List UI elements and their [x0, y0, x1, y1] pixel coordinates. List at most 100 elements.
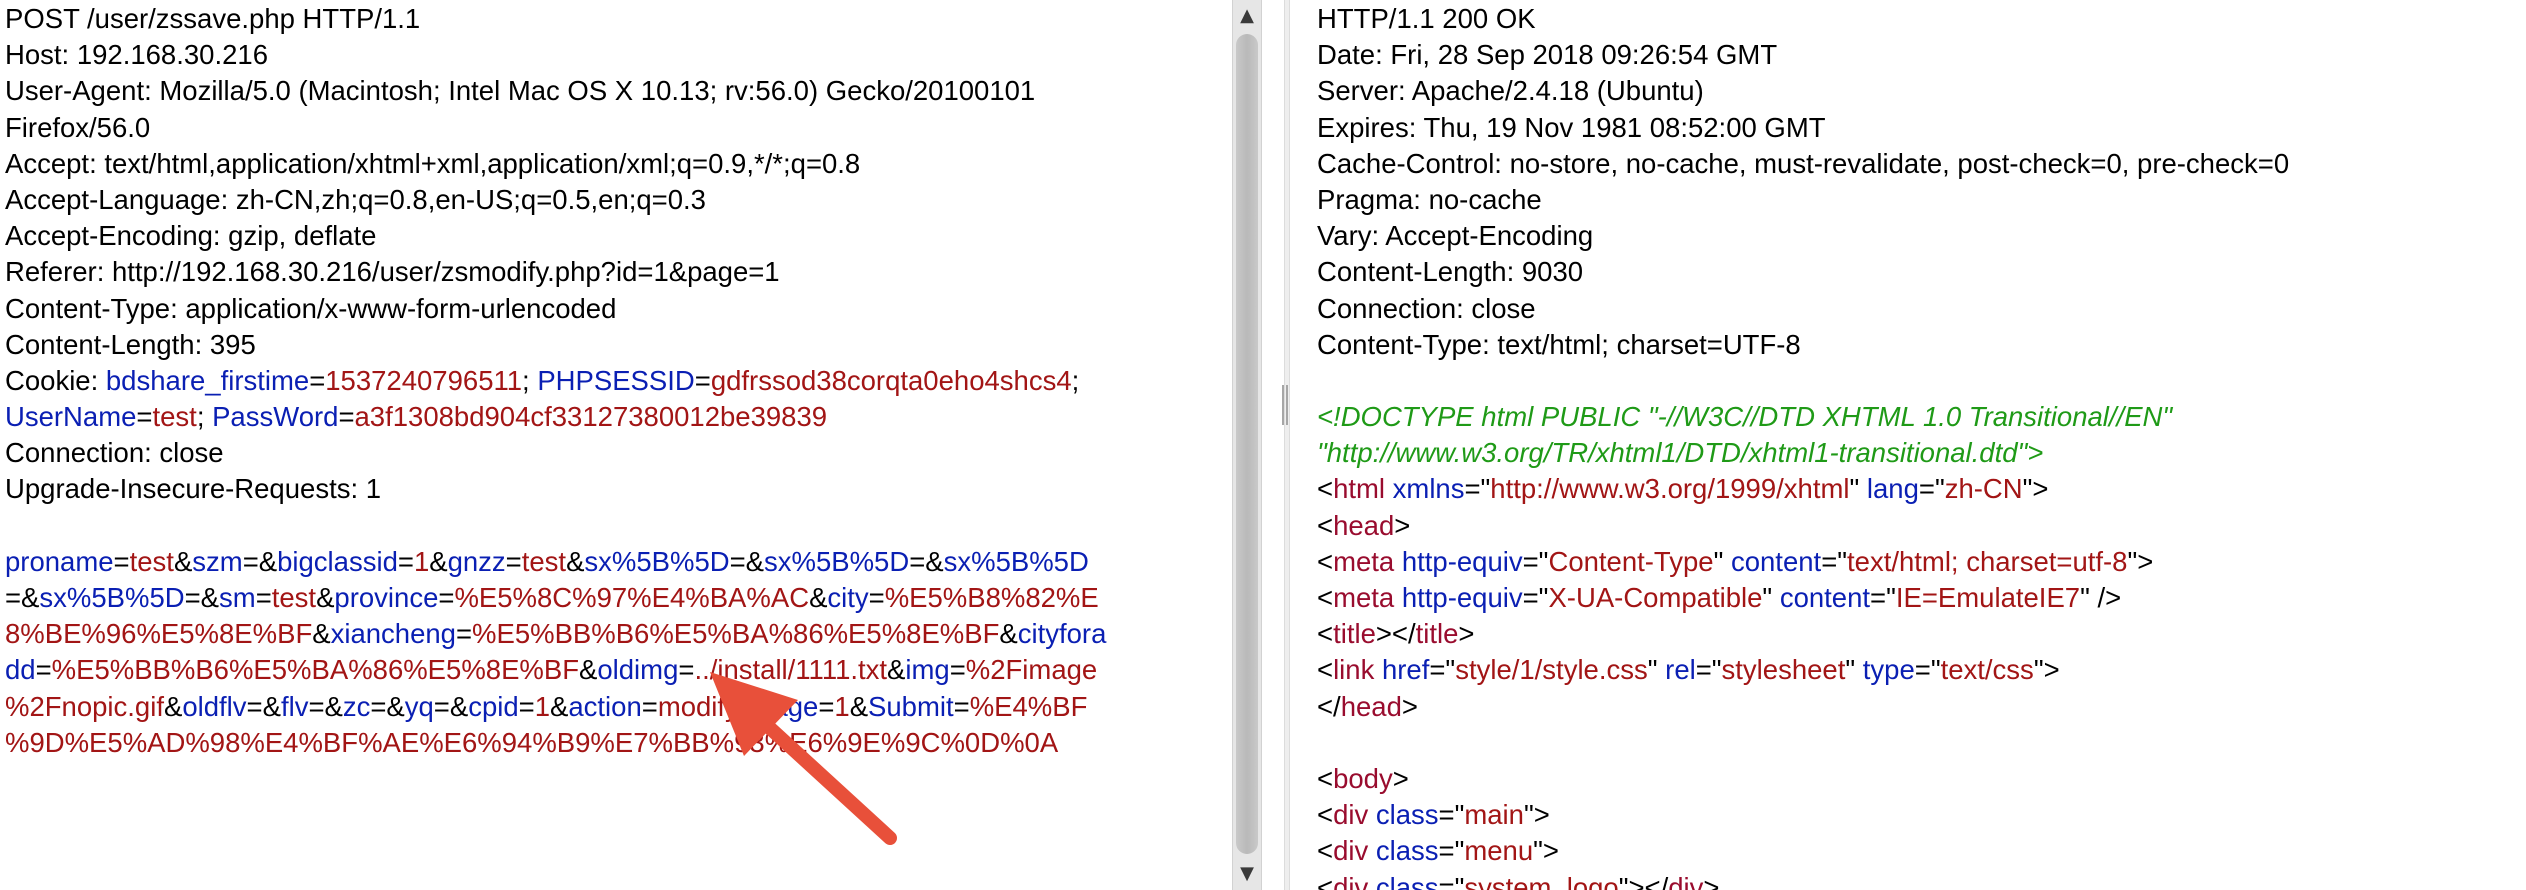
punctuation: ">: [1533, 835, 1559, 867]
param-key: bigclassid: [277, 545, 398, 577]
punctuation: =": [1918, 473, 1945, 505]
doctype-comment: <!DOCTYPE html PUBLIC "-//W3C//DTD XHTML…: [1317, 401, 2173, 433]
param-key: flv: [280, 690, 309, 722]
scroll-up-arrow-icon[interactable]: ▲: [1233, 2, 1261, 30]
request-text[interactable]: POST /user/zssave.php HTTP/1.1 Host: 192.…: [0, 0, 1232, 761]
param-key: province: [334, 582, 439, 613]
response-body-line: <meta http-equiv="Content-Type" content=…: [1317, 544, 2526, 580]
request-body-line: %9D%E5%AD%98%E4%BF%AE%E6%94%B9%E7%BB%93%…: [5, 725, 1232, 761]
request-body-line: %2Fnopic.gif&oldflv=&flv=&zc=&yq=&cpid=1…: [5, 689, 1232, 725]
delimiter: =: [113, 545, 130, 577]
punctuation: <: [1317, 473, 1334, 505]
delimiter: =&: [433, 690, 469, 722]
scroll-down-arrow-icon[interactable]: ▼: [1233, 860, 1261, 888]
response-header-line: Pragma: no-cache: [1317, 183, 1542, 215]
html-tag-name: link: [1333, 654, 1375, 686]
punctuation: =": [1464, 473, 1491, 505]
param-key: Submit: [868, 690, 954, 722]
cookie-header-line-2: UserName=test; PassWord=a3f1308bd904cf33…: [5, 399, 1232, 435]
html-attr-value: Content-Type: [1548, 545, 1714, 577]
html-tag-name: div: [1333, 871, 1369, 890]
pane-divider[interactable]: [1262, 0, 1312, 890]
param-key: gnzz: [447, 545, 506, 577]
param-value: 1: [534, 690, 551, 722]
html-attr-value: X-UA-Compatible: [1548, 582, 1763, 613]
delimiter: &: [163, 690, 183, 722]
delimiter: &: [887, 654, 906, 686]
response-header-line: Content-Length: 9030: [1317, 256, 1584, 288]
response-body-line: <head>: [1317, 508, 2526, 544]
divider-grip-icon[interactable]: [1282, 385, 1292, 425]
punctuation: =": [1429, 654, 1456, 686]
delimiter: =: [641, 690, 658, 722]
request-header-line: Content-Type: application/x-www-form-url…: [5, 292, 617, 324]
response-headers: HTTP/1.1 200 OK Date: Fri, 28 Sep 2018 09…: [1317, 1, 2526, 363]
html-attr-name: type: [1862, 654, 1915, 686]
request-scrollbar[interactable]: ▲ ▼: [1232, 0, 1262, 890]
request-body-line: proname=test&szm=&bigclassid=1&gnzz=test…: [5, 544, 1232, 580]
delimiter: &: [316, 582, 335, 613]
delimiter: =: [309, 364, 326, 396]
response-body-line: <title></title>: [1317, 616, 2526, 652]
html-tag-name: title: [1333, 618, 1376, 650]
punctuation: ">: [2022, 473, 2049, 505]
request-header-line: Accept: text/html,application/xhtml+xml,…: [5, 147, 861, 179]
response-body-line: <!DOCTYPE html PUBLIC "-//W3C//DTD XHTML…: [1317, 399, 2526, 435]
response-text[interactable]: HTTP/1.1 200 OK Date: Fri, 28 Sep 2018 09…: [1312, 0, 2526, 890]
html-attr-name: lang: [1866, 473, 1919, 505]
response-header-line: HTTP/1.1 200 OK: [1317, 3, 1536, 34]
delimiter: =: [949, 654, 966, 686]
request-header-line: Upgrade-Insecure-Requests: 1: [5, 473, 382, 505]
delimiter: =: [678, 654, 695, 686]
html-attr-value: system_logo: [1464, 871, 1619, 890]
punctuation: >: [1401, 690, 1418, 722]
delimiter: =&: [5, 582, 40, 613]
punctuation: =": [1438, 835, 1465, 867]
delimiter: =&: [909, 545, 944, 577]
request-pane[interactable]: POST /user/zssave.php HTTP/1.1 Host: 192.…: [0, 0, 1232, 890]
response-body-line: <div class="main">: [1317, 797, 2526, 833]
delimiter: =: [505, 545, 522, 577]
response-header-line: Content-Type: text/html; charset=UTF-8: [1317, 328, 1801, 360]
response-header-line: Expires: Thu, 19 Nov 1981 08:52:00 GMT: [1317, 111, 1826, 143]
punctuation: [1368, 799, 1376, 830]
request-headers: POST /user/zssave.php HTTP/1.1 Host: 192.…: [5, 1, 1232, 363]
response-body-line: <body>: [1317, 761, 2526, 797]
request-body-line: 8%BE%96%E5%8E%BF&xiancheng=%E5%BB%B6%E5%…: [5, 616, 1232, 652]
param-value: %E5%8C%97%E4%BA%AC: [454, 582, 810, 613]
param-key: cpid: [468, 690, 519, 722]
param-value: %E5%BB%B6%E5%BA%86%E5%8E%BF: [51, 654, 580, 686]
scroll-thumb[interactable]: [1236, 34, 1258, 854]
param-key: proname: [5, 545, 114, 577]
response-body-line: "http://www.w3.org/TR/xhtml1/DTD/xhtml1-…: [1317, 435, 2526, 471]
punctuation: ></: [1375, 618, 1416, 650]
delimiter: =: [397, 545, 414, 577]
response-body-line: <div class="menu">: [1317, 833, 2526, 869]
delimiter: &: [849, 690, 869, 722]
request-header-line: User-Agent: Mozilla/5.0 (Macintosh; Inte…: [5, 75, 1036, 107]
param-value: %E4%BF: [969, 690, 1088, 722]
html-attr-value: text/css: [1940, 654, 2034, 686]
html-attr-value: style/1/style.css: [1455, 654, 1648, 686]
punctuation: ": [1713, 545, 1731, 577]
html-attr-value: http://www.w3.org/1999/xhtml: [1490, 473, 1850, 505]
html-attr-name: content: [1779, 582, 1871, 613]
punctuation: =": [1870, 582, 1896, 613]
param-key: action: [568, 690, 642, 722]
delimiter: =: [518, 690, 535, 722]
html-attr-value: stylesheet: [1721, 654, 1846, 686]
punctuation: <: [1317, 799, 1334, 831]
request-header-line: Accept-Language: zh-CN,zh;q=0.8,en-US;q=…: [5, 183, 706, 215]
delimiter: =: [136, 401, 153, 433]
param-key: PHPSESSID: [537, 364, 695, 396]
delimiter: =: [953, 690, 970, 722]
punctuation: ": [1849, 473, 1867, 505]
delimiter: =&: [184, 582, 220, 613]
html-tag-name: body: [1333, 762, 1393, 794]
response-pane[interactable]: HTTP/1.1 200 OK Date: Fri, 28 Sep 2018 09…: [1312, 0, 2526, 890]
param-value: 1: [834, 690, 850, 722]
delimiter: =: [338, 401, 355, 433]
param-key: cityfora: [1017, 618, 1107, 650]
request-header-line: Accept-Encoding: gzip, deflate: [5, 220, 377, 252]
